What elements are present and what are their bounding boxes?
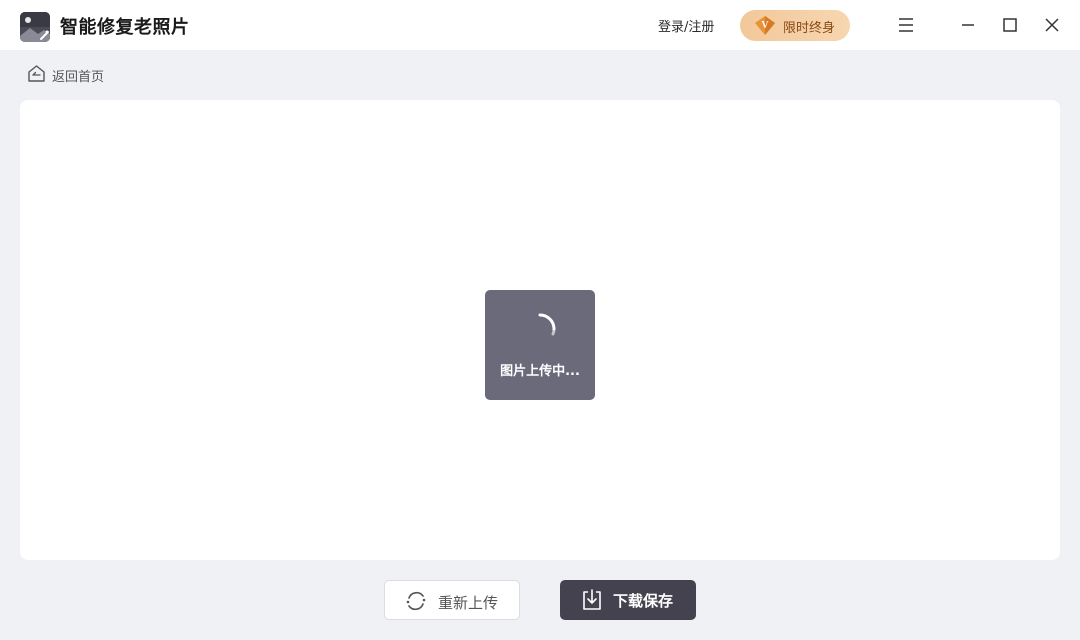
app-logo-icon <box>20 12 50 42</box>
refresh-icon <box>405 590 427 612</box>
loading-text: 图片上传中... <box>500 364 580 379</box>
download-icon <box>581 588 603 612</box>
back-home-label: 返回首页 <box>52 69 105 85</box>
reupload-label: 重新上传 <box>438 594 499 612</box>
svg-text:V: V <box>761 20 769 31</box>
hamburger-menu-icon[interactable] <box>894 13 918 37</box>
maximize-icon[interactable] <box>998 13 1022 37</box>
vip-label: 限时终身 <box>783 21 836 36</box>
reupload-button[interactable]: 重新上传 <box>384 580 520 620</box>
vip-lifetime-button[interactable]: V 限时终身 <box>740 10 850 41</box>
minimize-icon[interactable] <box>956 13 980 37</box>
vip-diamond-icon: V <box>754 15 776 36</box>
breadcrumb-bar: 返回首页 <box>0 50 1080 100</box>
login-register-link[interactable]: 登录/注册 <box>658 16 714 35</box>
title-bar: 智能修复老照片 登录/注册 V 限时终身 <box>0 0 1080 50</box>
download-save-button[interactable]: 下载保存 <box>560 580 696 620</box>
download-save-label: 下载保存 <box>613 592 674 610</box>
close-icon[interactable] <box>1040 13 1064 37</box>
app-title: 智能修复老照片 <box>60 17 190 38</box>
back-home-link[interactable]: 返回首页 <box>27 64 105 87</box>
home-back-icon <box>27 64 46 87</box>
image-preview-area: 图片上传中... <box>20 100 1060 560</box>
upload-loading-overlay: 图片上传中... <box>485 290 595 400</box>
loading-spinner-icon <box>521 310 559 348</box>
